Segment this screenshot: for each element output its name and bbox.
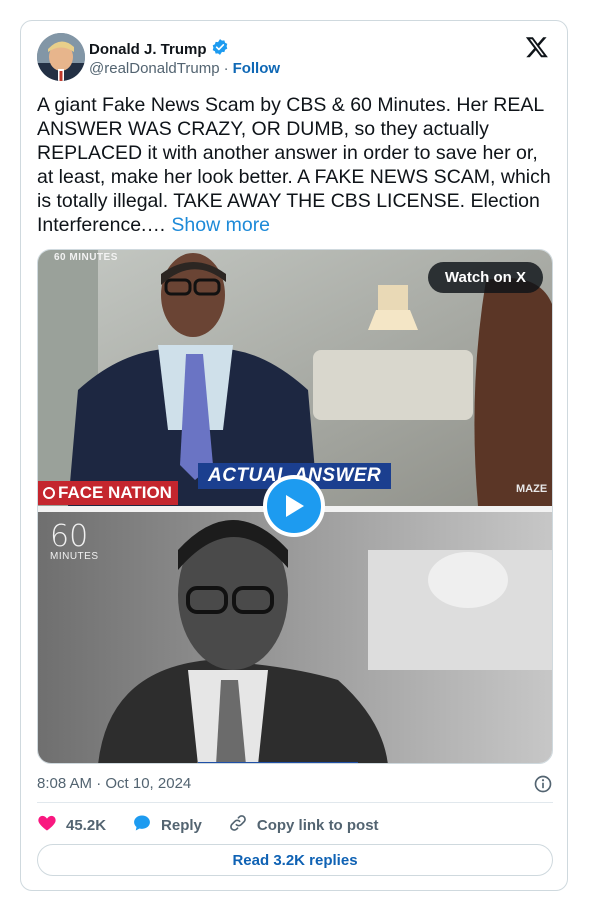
play-icon bbox=[286, 495, 304, 517]
avatar[interactable] bbox=[37, 33, 85, 81]
video-media[interactable]: 60 MINUTES ACTUAL ANSWER FACE NATION MAZ… bbox=[37, 249, 553, 764]
copy-link-action[interactable]: Copy link to post bbox=[228, 813, 379, 837]
play-button[interactable] bbox=[263, 475, 325, 537]
display-name[interactable]: Donald J. Trump bbox=[89, 41, 207, 58]
maze-watermark: MAZE bbox=[516, 483, 548, 495]
timestamp[interactable]: 8:08 AM · Oct 10, 2024 bbox=[37, 775, 191, 792]
minutes-logo-word: MINUTES bbox=[50, 551, 99, 562]
cbs-eye-icon bbox=[43, 487, 55, 499]
tweet-header: Donald J. Trump @realDonaldTrump · Follo… bbox=[37, 33, 553, 83]
tweet-card: Donald J. Trump @realDonaldTrump · Follo… bbox=[20, 20, 568, 891]
tweet-body: A giant Fake News Scam by CBS & 60 Minut… bbox=[37, 94, 551, 236]
copy-link-label: Copy link to post bbox=[256, 816, 379, 834]
show-more-link[interactable]: Show more bbox=[171, 214, 270, 236]
reply-bubble-icon bbox=[132, 813, 152, 837]
divider bbox=[37, 802, 553, 803]
x-logo-icon[interactable] bbox=[525, 35, 551, 61]
read-replies-button[interactable]: Read 3.2K replies bbox=[37, 844, 553, 876]
sixty-minutes-logo-bottom: 60 MINUTES bbox=[50, 522, 99, 562]
watch-on-x-button[interactable]: Watch on X bbox=[427, 262, 543, 293]
verified-badge-icon bbox=[211, 38, 229, 61]
like-action[interactable]: 45.2K bbox=[37, 813, 106, 837]
handle-row: @realDonaldTrump · Follow bbox=[89, 60, 280, 77]
tweet-meta: 8:08 AM · Oct 10, 2024 bbox=[37, 775, 553, 793]
name-row: Donald J. Trump bbox=[89, 38, 229, 61]
like-count: 45.2K bbox=[66, 816, 107, 834]
tweet-text: A giant Fake News Scam by CBS & 60 Minut… bbox=[37, 93, 557, 237]
reply-action[interactable]: Reply bbox=[132, 813, 202, 837]
link-icon bbox=[228, 813, 248, 837]
heart-icon bbox=[37, 813, 57, 837]
face-nation-text: FACE NATION bbox=[58, 483, 172, 502]
reply-label: Reply bbox=[161, 816, 202, 834]
sixty-minutes-logo-top: 60 MINUTES bbox=[54, 252, 118, 263]
action-bar: 45.2K Reply Copy link to post bbox=[37, 814, 553, 836]
handle[interactable]: @realDonaldTrump bbox=[89, 60, 220, 77]
info-icon[interactable] bbox=[533, 774, 553, 798]
sixty-logo-number: 60 bbox=[50, 519, 89, 554]
follow-link[interactable]: Follow bbox=[233, 60, 281, 77]
handle-separator: · bbox=[223, 60, 229, 77]
face-the-nation-logo: FACE NATION bbox=[38, 481, 178, 505]
